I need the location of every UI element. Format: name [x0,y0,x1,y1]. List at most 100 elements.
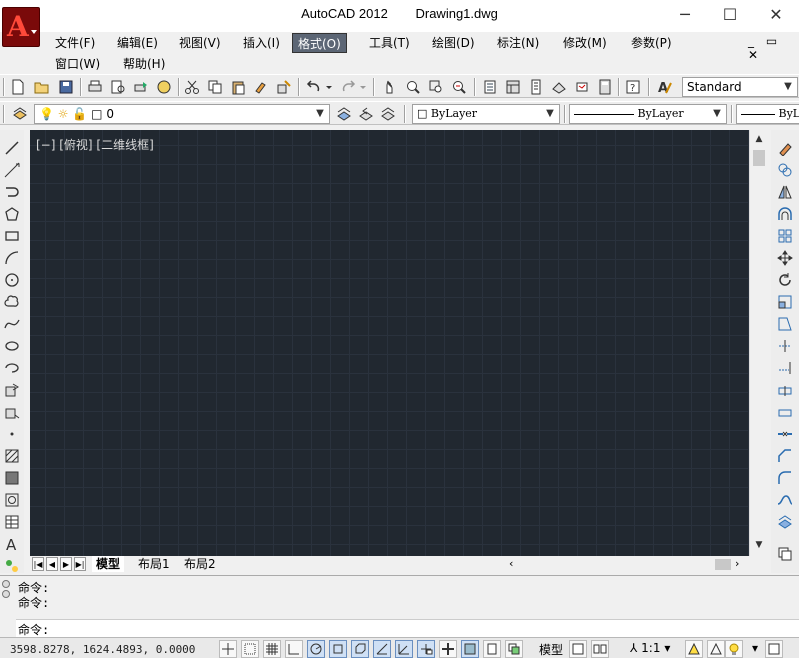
menu-edit[interactable]: 编辑(E) [112,33,163,53]
workspace-switch-icon[interactable] [725,640,743,658]
quick-properties-icon[interactable] [483,640,501,658]
color-control-select[interactable]: □ ByLayer ▼ [412,104,560,124]
document-window-controls[interactable]: _ ▭ ✕ [748,34,798,62]
next-tab-icon[interactable]: ▶ [60,557,72,571]
zoom-realtime-icon[interactable] [403,77,423,97]
linetype-control-select[interactable]: ByLayer ▼ [569,104,727,124]
offset-icon[interactable] [775,204,795,224]
plot-preview-icon[interactable] [108,77,128,97]
dynamic-input-icon[interactable] [417,640,435,658]
polyline-icon[interactable] [2,182,22,202]
properties-icon[interactable] [480,77,500,97]
sheet-set-icon[interactable] [549,77,569,97]
infer-constraints-icon[interactable] [219,640,237,658]
rectangle-icon[interactable] [2,226,22,246]
chamfer-icon[interactable] [775,446,795,466]
circle-icon[interactable] [2,270,22,290]
scroll-up-icon[interactable]: ▲ [752,134,766,148]
ortho-mode-icon[interactable] [285,640,303,658]
menu-tools[interactable]: 工具(T) [364,33,415,53]
menu-file[interactable]: 文件(F) [50,33,100,53]
redo-icon[interactable] [338,77,358,97]
redo-dropdown-icon[interactable] [358,77,368,97]
scale-icon[interactable] [775,292,795,312]
annotation-visibility-icon[interactable] [685,640,703,658]
undo-icon[interactable] [304,77,324,97]
gradient-icon[interactable] [2,468,22,488]
erase-icon[interactable] [775,138,795,158]
array-icon[interactable] [775,226,795,246]
tab-layout1[interactable]: 布局1 [134,556,174,572]
object-snap-icon[interactable] [329,640,347,658]
save-icon[interactable] [56,77,76,97]
block-editor-icon[interactable] [274,77,294,97]
trim-icon[interactable] [775,336,795,356]
quickcalc-icon[interactable] [595,77,615,97]
command-input[interactable]: 命令: [16,619,799,637]
horizontal-scrollbar[interactable]: ‹ › [505,557,749,572]
spline-icon[interactable] [2,314,22,334]
viewport-controls-label[interactable]: [−] [俯视] [二维线框] [36,136,154,153]
quick-view-layouts-icon[interactable] [569,640,587,658]
publish-icon[interactable] [131,77,151,97]
tab-layout2[interactable]: 布局2 [180,556,220,572]
scrollbar-thumb[interactable] [753,150,765,166]
autoscale-icon[interactable] [707,640,725,658]
help-icon[interactable]: ? [623,77,643,97]
hatch-icon[interactable] [2,446,22,466]
paste-icon[interactable] [228,77,248,97]
layer-properties-icon[interactable] [10,104,30,124]
3d-object-snap-icon[interactable] [351,640,369,658]
close-button[interactable]: ✕ [753,0,799,30]
break-icon[interactable] [775,402,795,422]
extend-icon[interactable] [775,358,795,378]
undo-dropdown-icon[interactable] [324,77,334,97]
stretch-icon[interactable] [775,314,795,334]
print-icon[interactable] [85,77,105,97]
make-object-layer-current-icon[interactable] [334,104,354,124]
tab-model[interactable]: 模型 [92,556,125,572]
status-bar-menu-icon[interactable]: ▾ [752,641,758,655]
menu-modify[interactable]: 修改(M) [558,33,612,53]
break-at-point-icon[interactable] [775,380,795,400]
cut-icon[interactable] [182,77,202,97]
revision-cloud-icon[interactable] [2,292,22,312]
minimize-button[interactable]: ─ [662,0,708,30]
cursor-coordinates[interactable]: 3598.8278, 1624.4893, 0.0000 [10,643,195,656]
layer-previous-icon[interactable] [356,104,376,124]
pan-icon[interactable] [380,77,400,97]
rotate-icon[interactable] [775,270,795,290]
scrollbar-thumb[interactable] [715,559,731,570]
maximize-button[interactable]: ☐ [707,0,753,30]
fillet-icon[interactable] [775,468,795,488]
clean-screen-icon[interactable] [765,640,783,658]
menu-draw[interactable]: 绘图(D) [427,33,480,53]
annotation-scale[interactable]: ⅄ 1:1 ▾ [630,641,670,655]
command-window-grip-icon[interactable] [2,580,12,630]
copy-object-icon[interactable] [775,160,795,180]
point-icon[interactable] [2,424,22,444]
scroll-right-icon[interactable]: › [735,557,739,570]
arc-icon[interactable] [2,248,22,268]
zoom-window-icon[interactable] [426,77,446,97]
polar-tracking-icon[interactable] [307,640,325,658]
layout-viewports-icon[interactable] [775,544,795,564]
menu-window[interactable]: 窗口(W) [50,54,105,74]
menu-format[interactable]: 格式(O) [292,33,347,53]
markup-set-icon[interactable] [572,77,592,97]
blend-curves-icon[interactable] [775,490,795,510]
layer-state-icon[interactable] [378,104,398,124]
3d-print-icon[interactable] [154,77,174,97]
table-icon[interactable] [2,512,22,532]
model-space-label[interactable]: 模型 [539,641,563,658]
explode-icon[interactable] [775,512,795,532]
polygon-icon[interactable] [2,204,22,224]
text-style-select[interactable]: Standard ▼ [682,77,798,97]
construction-line-icon[interactable] [2,160,22,180]
application-menu-button[interactable]: A [2,7,40,47]
quick-view-drawings-icon[interactable] [591,640,609,658]
selection-cycling-icon[interactable] [505,640,523,658]
object-snap-tracking-icon[interactable] [373,640,391,658]
vertical-scrollbar[interactable]: ▲ ▼ [749,130,767,556]
multiline-text-icon[interactable]: A [2,534,22,554]
